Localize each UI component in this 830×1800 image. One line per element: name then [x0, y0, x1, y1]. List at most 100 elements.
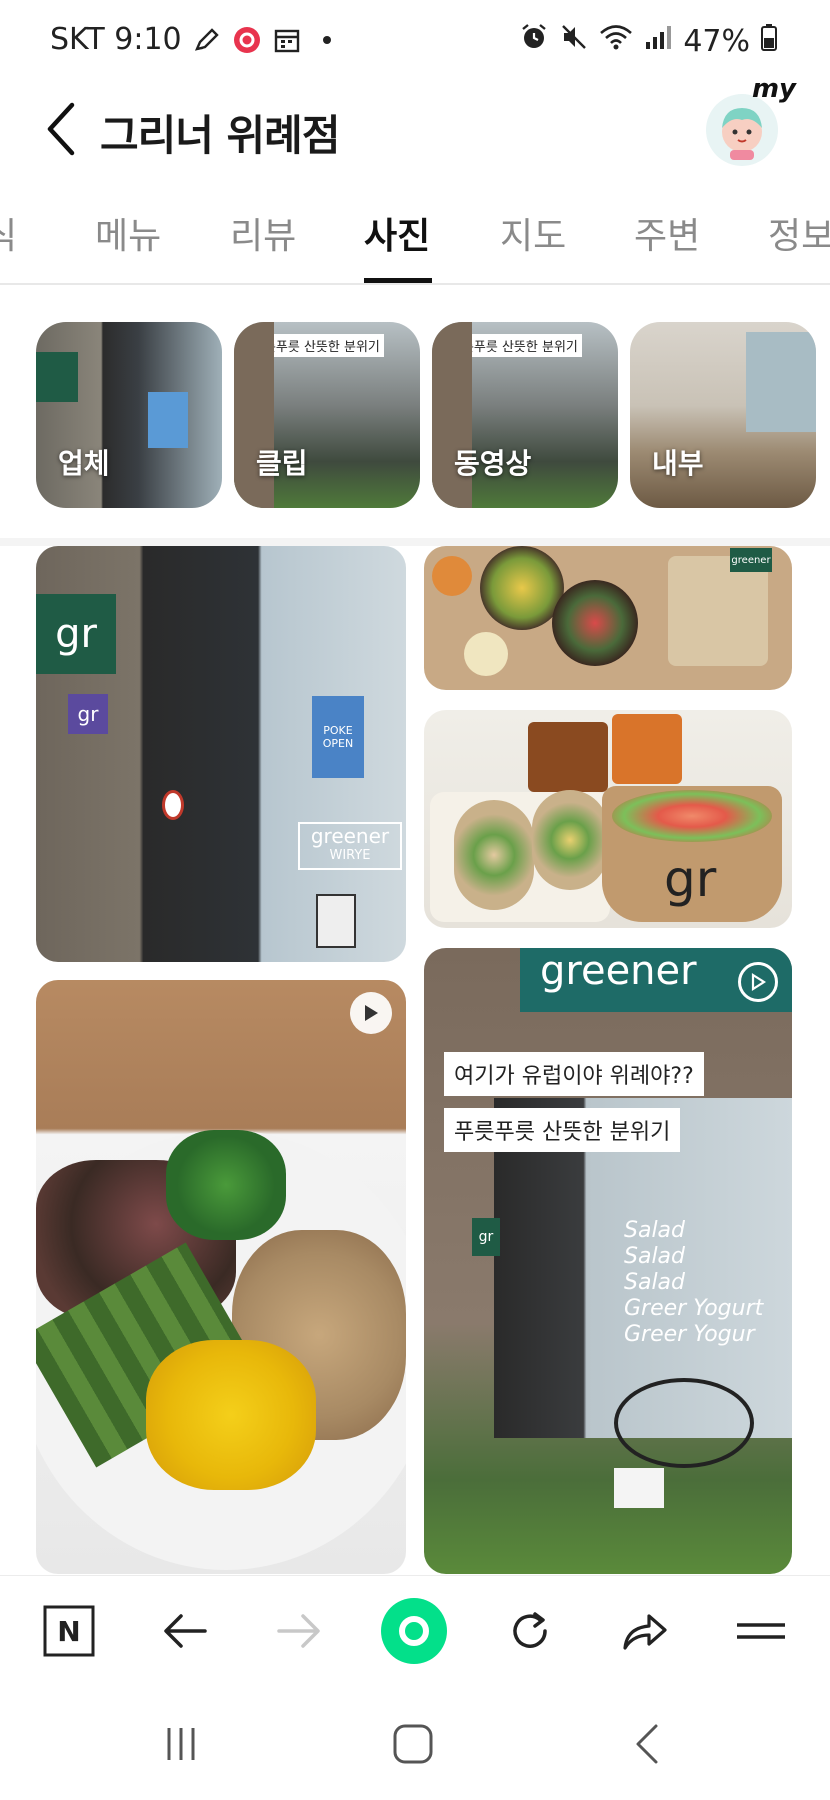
orange-drink — [612, 714, 682, 784]
chip-interior-label: 내부 — [652, 447, 704, 480]
chip-window — [746, 332, 816, 432]
bicycle — [614, 1378, 754, 1468]
chip-interior[interactable]: 내부 — [630, 322, 816, 508]
menu-button[interactable] — [726, 1596, 796, 1666]
chevron-left-icon — [47, 102, 75, 156]
browser-back-button[interactable] — [150, 1596, 220, 1666]
play-icon — [751, 973, 766, 991]
share-arrow-icon — [623, 1614, 667, 1650]
chevron-left-icon — [636, 1724, 658, 1764]
bowl-logo: gr — [664, 850, 717, 908]
naver-home-button[interactable]: N — [34, 1596, 104, 1666]
recent-apps-button[interactable] — [146, 1712, 216, 1776]
naver-n-icon: N — [43, 1605, 95, 1657]
small-logo-sign: gr — [68, 694, 108, 734]
white-stool — [614, 1468, 664, 1508]
status-right: 47% — [519, 22, 778, 60]
chip-video[interactable]: 푸릇푸릇 산뜻한 분위기 동영상 — [432, 322, 618, 508]
record-icon — [232, 25, 262, 55]
logo-sign: gr — [36, 594, 116, 674]
small-logo-sign: gr — [472, 1218, 500, 1256]
sauce-cup — [432, 556, 472, 596]
iced-drink — [528, 722, 608, 792]
arrow-right-icon — [277, 1614, 320, 1648]
my-avatar[interactable]: my — [702, 74, 796, 170]
standee-board — [316, 894, 356, 948]
video-caption-1: 여기가 유럽이야 위례야?? — [444, 1052, 704, 1096]
photo-wraps[interactable]: gr — [424, 710, 792, 928]
pen-icon — [192, 25, 222, 55]
video-caption-2: 푸릇푸릇 산뜻한 분위기 — [444, 1108, 681, 1152]
greener-window-sign: greener WIRYE — [298, 822, 402, 870]
hamburger-icon — [737, 1623, 785, 1639]
tab-nearby[interactable]: 주변 — [634, 207, 700, 259]
photo-bowls-top[interactable]: greener — [424, 546, 792, 690]
status-left: SKT 9:10 — [50, 22, 342, 57]
calendar-icon — [272, 25, 302, 55]
status-bar: SKT 9:10 47% — [0, 0, 830, 80]
wifi-icon — [599, 22, 633, 60]
wrap-1 — [454, 800, 534, 910]
photo-category-chips: 업체 푸릇푸릇 산뜻한 분위기 클립 푸릇푸릇 산뜻한 분위기 동영상 내부 — [0, 322, 830, 512]
battery-icon — [760, 22, 778, 60]
signal-icon — [643, 22, 673, 60]
recent-apps-icon — [167, 1728, 195, 1760]
play-icon — [365, 1005, 378, 1021]
refresh-icon — [513, 1612, 547, 1648]
chip-logo-sign — [36, 352, 78, 402]
greens — [166, 1130, 286, 1240]
system-back-button[interactable] — [612, 1712, 682, 1776]
alarm-icon — [519, 22, 549, 60]
naver-label: N — [57, 1615, 80, 1648]
tab-info[interactable]: 정보 — [768, 207, 830, 259]
chip-video-label: 동영상 — [454, 447, 532, 480]
bowl-toppings — [612, 790, 772, 842]
wirye-sign-text: WIRYE — [329, 848, 371, 863]
arrow-left-icon — [164, 1614, 207, 1648]
no-smoking-sign — [162, 790, 184, 820]
chip-clip[interactable]: 푸릇푸릇 산뜻한 분위기 클립 — [234, 322, 420, 508]
tab-photos[interactable]: 사진 — [364, 207, 430, 259]
window-line-2: Salad — [624, 1244, 686, 1269]
poke-poster: POKE OPEN — [312, 696, 364, 778]
back-button[interactable] — [30, 94, 90, 164]
chip-business[interactable]: 업체 — [36, 322, 222, 508]
video-play-badge[interactable] — [738, 962, 778, 1002]
browser-toolbar: N — [0, 1575, 830, 1685]
browser-forward-button[interactable] — [264, 1596, 334, 1666]
greener-badge: greener — [730, 548, 772, 572]
photo-storefront[interactable]: gr gr POKE OPEN greener WIRYE — [36, 546, 406, 962]
green-dot-button[interactable] — [379, 1596, 449, 1666]
wrap-box — [668, 556, 768, 666]
wrap-2 — [532, 790, 608, 890]
photo-food-bowl-video[interactable] — [36, 980, 406, 1574]
bowl-2 — [552, 580, 638, 666]
section-divider — [0, 538, 830, 546]
play-badge[interactable] — [350, 992, 392, 1034]
corn — [146, 1340, 316, 1490]
avatar-label: my — [751, 74, 796, 104]
tab-map[interactable]: 지도 — [500, 207, 566, 259]
photo-storefront-video[interactable]: greener Salad Salad Salad Greer Yogurt G… — [424, 948, 792, 1574]
tab-partial-left[interactable]: 식 — [0, 207, 17, 259]
green-dot-icon — [381, 1598, 447, 1664]
refresh-button[interactable] — [495, 1596, 565, 1666]
window-line-4: Greer Yogurt — [624, 1296, 764, 1321]
window-line-1: Salad — [624, 1218, 686, 1243]
tab-menu[interactable]: 메뉴 — [95, 207, 161, 259]
home-button[interactable] — [378, 1712, 448, 1776]
window-line-5: Greer Yogur — [624, 1322, 755, 1347]
page-title: 그리너 위례점 — [100, 111, 340, 160]
battery-percent: 47% — [683, 23, 750, 59]
active-tab-underline — [364, 278, 432, 283]
header: 그리너 위례점 my — [0, 74, 830, 200]
tab-bar: 식 메뉴 리뷰 사진 지도 주변 정보 — [0, 195, 830, 285]
tab-reviews[interactable]: 리뷰 — [230, 207, 296, 259]
chip-business-label: 업체 — [58, 447, 110, 480]
chip-clip-label: 클립 — [256, 447, 308, 480]
share-button[interactable] — [610, 1596, 680, 1666]
sauce-cup-2 — [464, 632, 508, 676]
mute-icon — [559, 22, 589, 60]
greener-sign-text: greener — [310, 824, 390, 848]
window-line-3: Salad — [624, 1270, 686, 1295]
